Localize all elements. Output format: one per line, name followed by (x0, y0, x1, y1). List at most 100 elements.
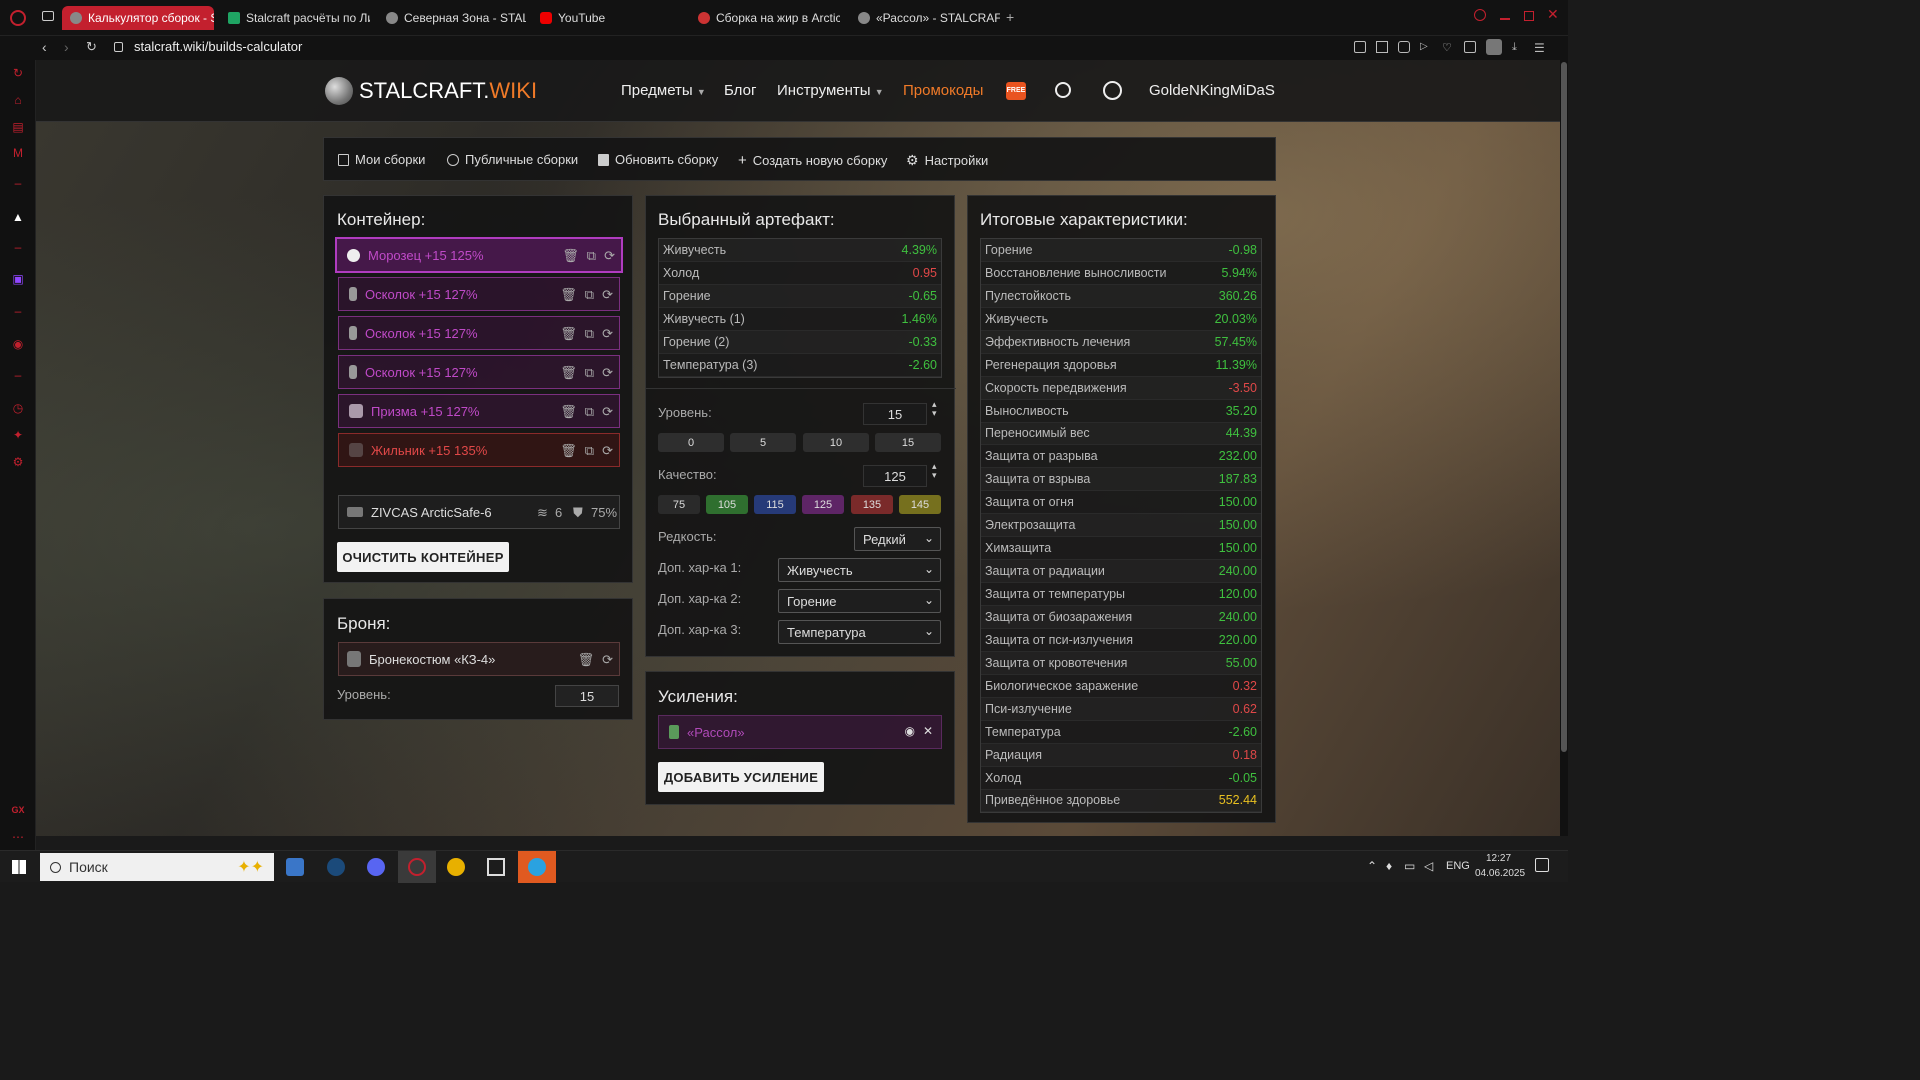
reload-icon[interactable]: ↻ (86, 39, 97, 55)
gx-icon[interactable]: GX (11, 803, 25, 817)
nav-tools[interactable]: Инструменты ▼ (777, 82, 884, 99)
page-scrollbar[interactable] (1560, 60, 1568, 836)
maximize-icon[interactable] (1524, 11, 1534, 21)
tab-youtube[interactable]: YouTube (532, 6, 682, 30)
more-icon[interactable]: ⋯ (11, 830, 25, 844)
stepper-icon[interactable]: ▴ ▾ (932, 400, 937, 418)
steam-icon[interactable] (327, 858, 345, 876)
tab-list-icon[interactable] (42, 11, 54, 21)
extra3-select[interactable]: Температура ⌄ (778, 620, 941, 644)
twitch-icon[interactable]: ▣ (11, 272, 25, 286)
copy-icon[interactable]: ⧉ (585, 287, 594, 303)
forward-icon[interactable]: › (64, 39, 69, 55)
snapshot-icon[interactable] (1376, 41, 1388, 53)
level-preset-5[interactable]: 5 (730, 433, 796, 452)
username[interactable]: GoldeNKingMiDaS (1149, 82, 1275, 99)
opera-logo-icon[interactable] (10, 10, 26, 26)
tab-north-zone[interactable]: Северная Зона - STALCR (378, 6, 526, 30)
download-icon[interactable]: ⤓ (1512, 41, 1524, 53)
replace-icon[interactable]: ⟳ (602, 287, 613, 303)
history-icon[interactable]: ◷ (11, 401, 25, 415)
delete-icon[interactable]: 🗑 (560, 287, 577, 303)
extensions-icon[interactable] (1464, 41, 1476, 53)
add-boost-button[interactable]: ДОБАВИТЬ УСИЛЕНИЕ (658, 762, 824, 792)
armor-slot[interactable]: Бронекостюм «КЗ-4» 🗑 ⟳ (338, 642, 620, 676)
armor-level-input[interactable]: 15 (555, 685, 619, 707)
public-builds-button[interactable]: Публичные сборки (447, 152, 578, 167)
aria-icon[interactable]: ▲ (11, 210, 25, 224)
search-tabs-icon[interactable] (1474, 9, 1486, 21)
copy-icon[interactable]: ⧉ (585, 365, 594, 381)
speed-dial-icon[interactable]: ↻ (11, 66, 25, 80)
shield-icon[interactable] (1398, 41, 1410, 53)
tab-stalcraft-calc[interactable]: Stalcraft расчёты по Лим (220, 6, 370, 30)
m-icon[interactable]: M (11, 146, 25, 160)
language-indicator[interactable]: ENG (1446, 860, 1470, 872)
windows-start-icon[interactable] (12, 860, 26, 874)
heart-icon[interactable]: ♡ (1442, 41, 1454, 54)
quality-preset-125[interactable]: 125 (802, 495, 844, 514)
minimize-icon[interactable] (1500, 18, 1510, 20)
notification-icon[interactable] (1535, 858, 1549, 872)
quality-preset-115[interactable]: 115 (754, 495, 796, 514)
clock-time[interactable]: 12:27 (1486, 853, 1511, 864)
quality-preset-145[interactable]: 145 (899, 495, 941, 514)
telegram-icon[interactable] (518, 851, 556, 883)
new-build-button[interactable]: + Создать новую сборку (738, 152, 887, 169)
search-icon[interactable] (1055, 82, 1071, 98)
delete-icon[interactable]: 🗑 (560, 404, 577, 420)
store-icon[interactable]: ⌂ (11, 93, 25, 107)
copy-icon[interactable]: ⧉ (585, 404, 594, 420)
menu-icon[interactable]: ☰ (1534, 41, 1546, 55)
close-icon[interactable]: ✕ (923, 724, 933, 738)
clock-date[interactable]: 04.06.2025 (1475, 868, 1525, 879)
artifact-slot[interactable]: Осколок +15 127% 🗑 ⧉ ⟳ (338, 277, 620, 311)
opera-gx-icon[interactable] (398, 851, 436, 883)
url-field[interactable]: stalcraft.wiki/builds-calculator (134, 39, 302, 54)
boost-item[interactable]: «Рассол» ◉ ✕ (658, 715, 942, 749)
pin-icon[interactable] (1354, 41, 1366, 53)
copy-icon[interactable]: ⧉ (587, 248, 596, 264)
tray-chevron-icon[interactable]: ⌃ (1367, 859, 1377, 873)
network-icon[interactable]: ▭ (1404, 859, 1415, 873)
avatar[interactable] (1486, 39, 1502, 55)
free-badge[interactable]: FREE (1006, 82, 1026, 100)
stepper-icon[interactable]: ▴ ▾ (932, 462, 937, 480)
extra1-select[interactable]: Живучесть ⌄ (778, 558, 941, 582)
artifact-slot[interactable]: Осколок +15 127% 🗑 ⧉ ⟳ (338, 355, 620, 389)
quality-preset-105[interactable]: 105 (706, 495, 748, 514)
volume-icon[interactable]: ◁ (1424, 859, 1433, 873)
clear-container-button[interactable]: ОЧИСТИТЬ КОНТЕЙНЕР (337, 542, 509, 572)
update-build-button[interactable]: Обновить сборку (598, 152, 718, 167)
play-icon[interactable]: ▷ (1420, 41, 1432, 53)
replace-icon[interactable]: ⟳ (602, 404, 613, 420)
player-icon[interactable]: ◉ (11, 337, 25, 351)
artifact-slot[interactable]: Призма +15 127% 🗑 ⧉ ⟳ (338, 394, 620, 428)
delete-icon[interactable]: 🗑 (578, 652, 595, 668)
tab-rassol[interactable]: «Рассол» - STALCRAFT.V (850, 6, 1000, 30)
my-builds-button[interactable]: Мои сборки (338, 152, 425, 167)
app-icon[interactable] (286, 858, 304, 876)
taskbar-search[interactable]: Поиск ✦✦ (40, 853, 274, 881)
new-tab-icon[interactable]: + (1006, 9, 1014, 25)
discord-icon[interactable] (367, 858, 385, 876)
eye-icon[interactable]: ◉ (905, 724, 915, 738)
copy-icon[interactable]: ⧉ (585, 443, 594, 459)
rarity-select[interactable]: Редкий ⌄ (854, 527, 941, 551)
settings-button[interactable]: ⚙ Настройки (906, 152, 988, 169)
artifact-slot[interactable]: Жильник +15 135% 🗑 ⧉ ⟳ (338, 433, 620, 467)
replace-icon[interactable]: ⟳ (602, 652, 613, 668)
app-window-icon[interactable] (487, 858, 505, 876)
delete-icon[interactable]: 🗑 (560, 365, 577, 381)
level-input[interactable]: 15 (863, 403, 927, 425)
quality-preset-75[interactable]: 75 (658, 495, 700, 514)
extra2-select[interactable]: Горение ⌄ (778, 589, 941, 613)
nav-blog[interactable]: Блог (724, 82, 756, 99)
replace-icon[interactable]: ⟳ (602, 365, 613, 381)
tab-builds-calculator[interactable]: Калькулятор сборок - ST (62, 6, 214, 30)
back-icon[interactable]: ‹ (42, 39, 47, 55)
copy-icon[interactable]: ⧉ (585, 326, 594, 342)
scrollbar-thumb[interactable] (1561, 62, 1567, 752)
replace-icon[interactable]: ⟳ (602, 326, 613, 342)
quality-preset-135[interactable]: 135 (851, 495, 893, 514)
